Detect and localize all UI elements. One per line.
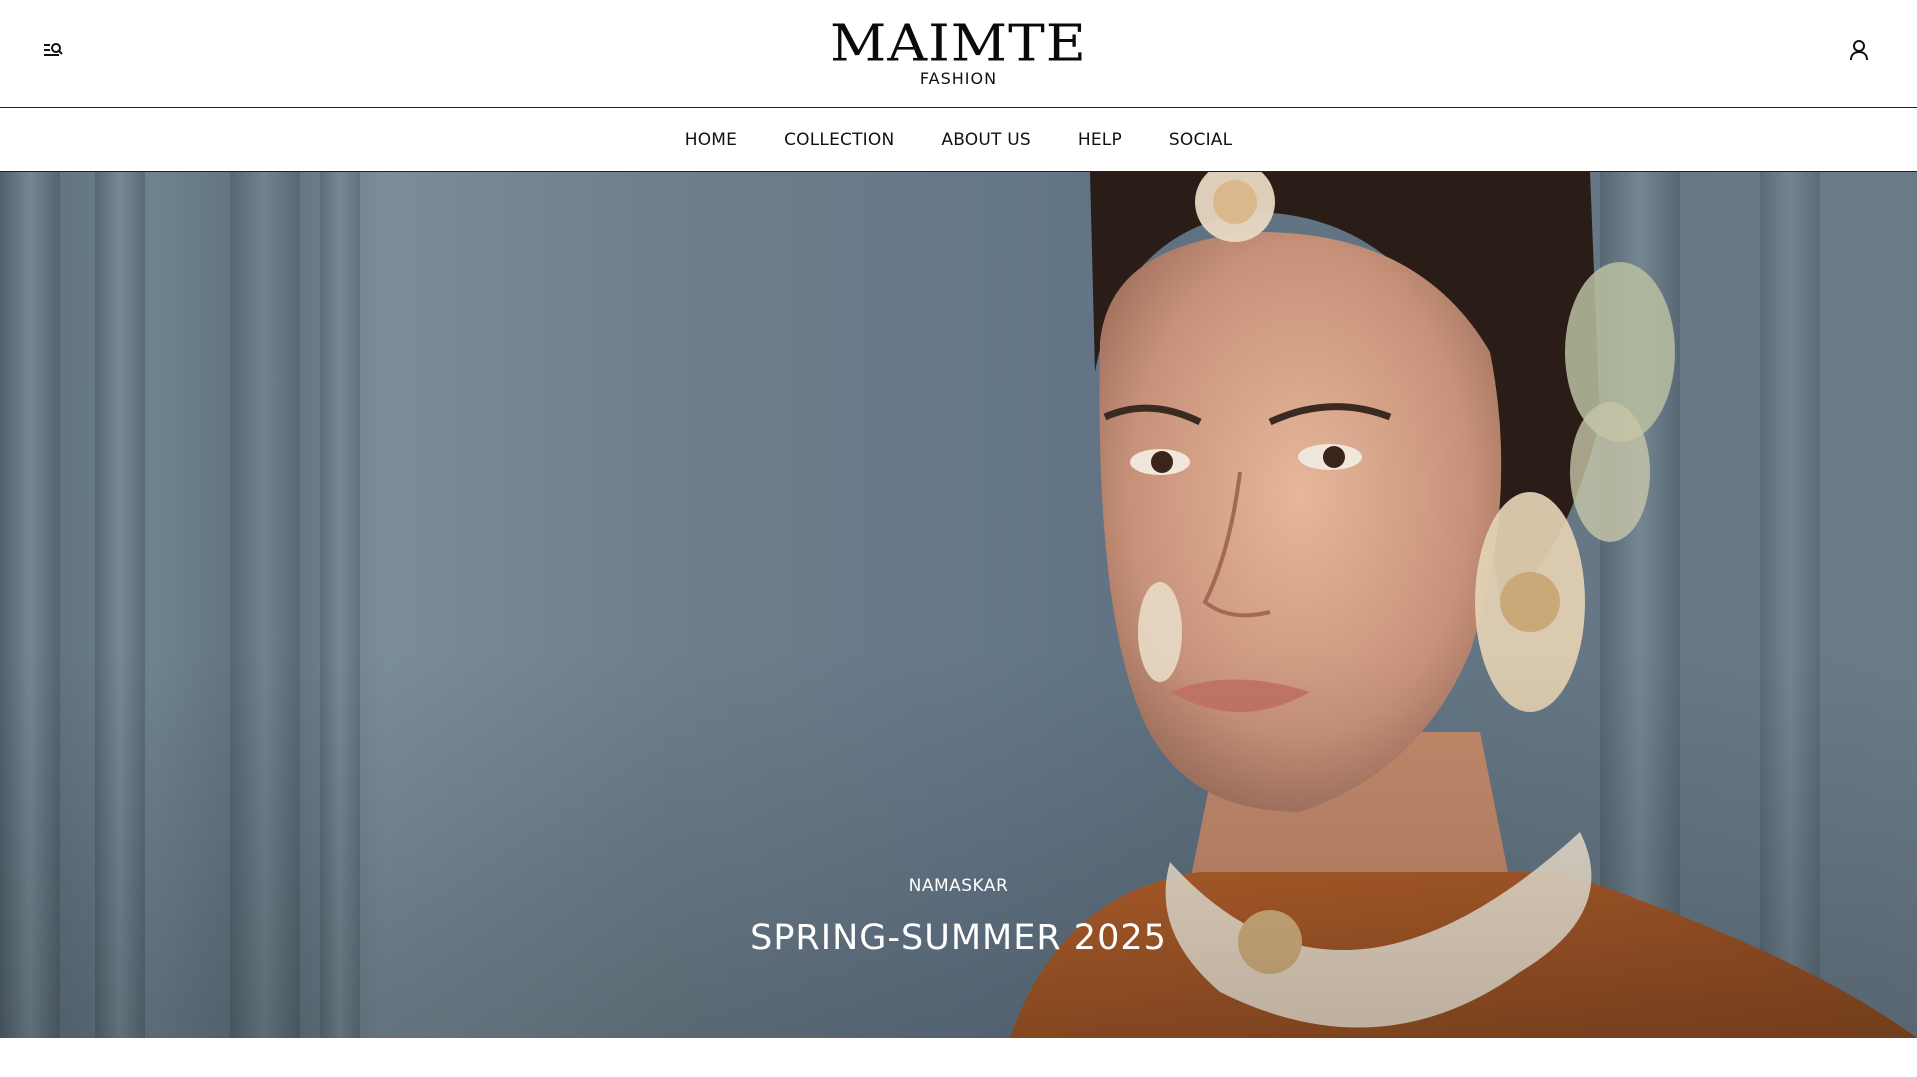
nav-item-collection[interactable]: COLLECTION: [784, 130, 894, 150]
hero-overlay: [0, 172, 1917, 1038]
hero-kicker: NAMASKAR: [908, 876, 1009, 896]
nav-item-social[interactable]: SOCIAL: [1169, 130, 1232, 150]
site-header: MAIMTE FASHION: [0, 0, 1917, 108]
page-continuation: [0, 1038, 1917, 1077]
brand-logo[interactable]: MAIMTE FASHION: [0, 14, 1917, 88]
account-button[interactable]: [1841, 34, 1877, 66]
main-navigation: HOME COLLECTION ABOUT US HELP SOCIAL: [0, 108, 1917, 172]
logo-wordmark: MAIMTE: [830, 13, 1087, 73]
nav-item-home[interactable]: HOME: [685, 130, 737, 150]
nav-item-about-us[interactable]: ABOUT US: [941, 130, 1030, 150]
nav-item-help[interactable]: HELP: [1078, 130, 1122, 150]
logo-tagline: FASHION: [919, 69, 998, 88]
user-icon: [1850, 40, 1868, 61]
hero-banner[interactable]: NAMASKAR SPRING-SUMMER 2025: [0, 172, 1917, 1038]
hero-title[interactable]: SPRING-SUMMER 2025: [0, 918, 1917, 958]
